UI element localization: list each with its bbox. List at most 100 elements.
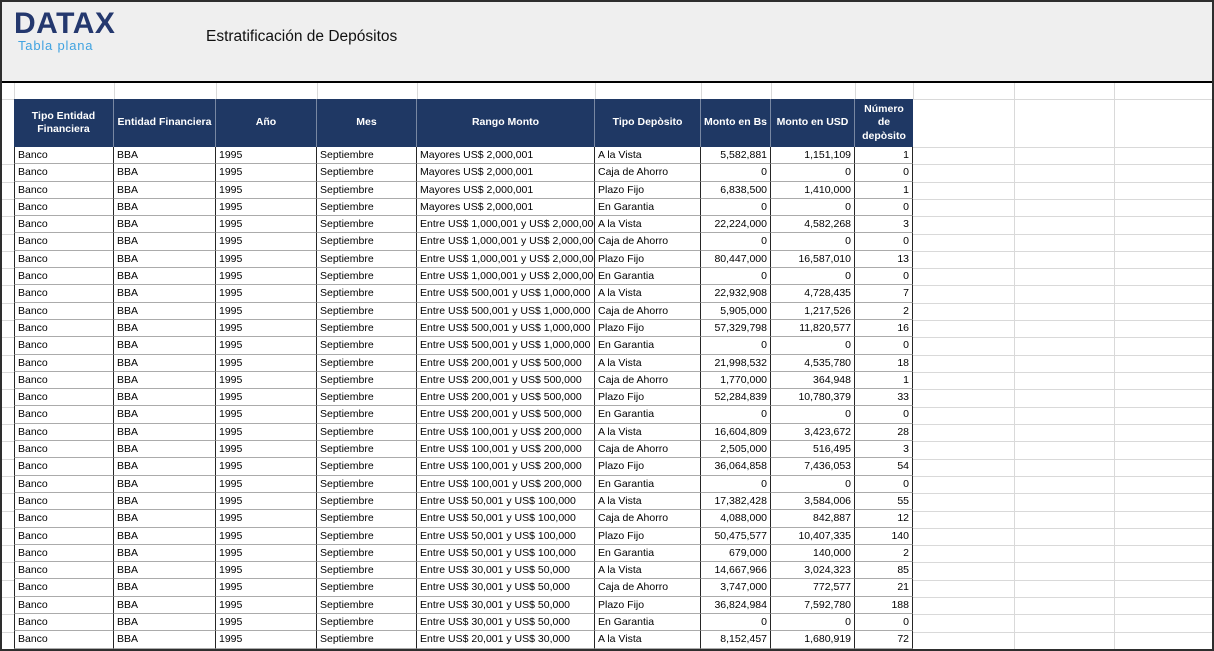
cell-monto-bs[interactable]: 21,998,532 xyxy=(701,355,771,372)
cell-entidad[interactable]: BBA xyxy=(114,476,216,493)
cell-rango-monto[interactable]: Entre US$ 100,001 y US$ 200,000 xyxy=(417,424,595,441)
cell-monto-usd[interactable]: 7,592,780 xyxy=(771,597,855,614)
column-header-rango-monto[interactable]: Rango Monto xyxy=(417,99,595,147)
column-header-ano[interactable]: Año xyxy=(216,99,317,147)
cell-monto-usd[interactable]: 0 xyxy=(771,164,855,181)
cell-ano[interactable]: 1995 xyxy=(216,476,317,493)
cell-ano[interactable]: 1995 xyxy=(216,424,317,441)
cell-monto-usd[interactable]: 140,000 xyxy=(771,545,855,562)
cell-ano[interactable]: 1995 xyxy=(216,597,317,614)
cell-mes[interactable]: Septiembre xyxy=(317,233,417,250)
cell-monto-usd[interactable]: 516,495 xyxy=(771,441,855,458)
cell-monto-bs[interactable]: 0 xyxy=(701,406,771,423)
cell-mes[interactable]: Septiembre xyxy=(317,251,417,268)
cell-monto-usd[interactable]: 0 xyxy=(771,233,855,250)
cell-tipo-deposito[interactable]: Plazo Fijo xyxy=(595,320,701,337)
cell-tipo-deposito[interactable]: En Garantia xyxy=(595,337,701,354)
cell-mes[interactable]: Septiembre xyxy=(317,147,417,164)
cell-monto-usd[interactable]: 0 xyxy=(771,406,855,423)
cell-rango-monto[interactable]: Entre US$ 20,001 y US$ 30,000 xyxy=(417,631,595,648)
cell-mes[interactable]: Septiembre xyxy=(317,285,417,302)
cell-ano[interactable]: 1995 xyxy=(216,320,317,337)
cell-rango-monto[interactable]: Entre US$ 100,001 y US$ 200,000 xyxy=(417,476,595,493)
cell-monto-usd[interactable]: 0 xyxy=(771,614,855,631)
cell-numero-deposito[interactable]: 18 xyxy=(855,355,913,372)
cell-tipo-deposito[interactable]: Caja de Ahorro xyxy=(595,372,701,389)
cell-tipo-entidad[interactable]: Banco xyxy=(14,337,114,354)
cell-ano[interactable]: 1995 xyxy=(216,545,317,562)
cell-entidad[interactable]: BBA xyxy=(114,406,216,423)
cell-mes[interactable]: Septiembre xyxy=(317,199,417,216)
cell-mes[interactable]: Septiembre xyxy=(317,164,417,181)
cell-rango-monto[interactable]: Entre US$ 100,001 y US$ 200,000 xyxy=(417,441,595,458)
cell-rango-monto[interactable]: Entre US$ 1,000,001 y US$ 2,000,000 xyxy=(417,216,595,233)
cell-numero-deposito[interactable]: 55 xyxy=(855,493,913,510)
cell-ano[interactable]: 1995 xyxy=(216,458,317,475)
cell-numero-deposito[interactable]: 140 xyxy=(855,528,913,545)
cell-tipo-deposito[interactable]: En Garantia xyxy=(595,268,701,285)
cell-mes[interactable]: Septiembre xyxy=(317,406,417,423)
cell-numero-deposito[interactable]: 0 xyxy=(855,406,913,423)
cell-tipo-deposito[interactable]: En Garantia xyxy=(595,406,701,423)
cell-rango-monto[interactable]: Entre US$ 50,001 y US$ 100,000 xyxy=(417,545,595,562)
cell-monto-bs[interactable]: 8,152,457 xyxy=(701,631,771,648)
cell-monto-usd[interactable]: 4,535,780 xyxy=(771,355,855,372)
cell-monto-usd[interactable]: 0 xyxy=(771,337,855,354)
cell-mes[interactable]: Septiembre xyxy=(317,476,417,493)
column-header-monto-usd[interactable]: Monto en USD xyxy=(771,99,855,147)
cell-monto-bs[interactable]: 3,747,000 xyxy=(701,579,771,596)
cell-entidad[interactable]: BBA xyxy=(114,147,216,164)
cell-tipo-entidad[interactable]: Banco xyxy=(14,424,114,441)
cell-monto-usd[interactable]: 1,410,000 xyxy=(771,182,855,199)
cell-rango-monto[interactable]: Entre US$ 30,001 y US$ 50,000 xyxy=(417,562,595,579)
cell-rango-monto[interactable]: Entre US$ 50,001 y US$ 100,000 xyxy=(417,493,595,510)
cell-monto-bs[interactable]: 0 xyxy=(701,476,771,493)
cell-tipo-deposito[interactable]: A la Vista xyxy=(595,147,701,164)
cell-monto-bs[interactable]: 80,447,000 xyxy=(701,251,771,268)
cell-ano[interactable]: 1995 xyxy=(216,406,317,423)
cell-numero-deposito[interactable]: 188 xyxy=(855,597,913,614)
cell-entidad[interactable]: BBA xyxy=(114,510,216,527)
cell-monto-bs[interactable]: 5,905,000 xyxy=(701,303,771,320)
cell-tipo-entidad[interactable]: Banco xyxy=(14,406,114,423)
cell-tipo-deposito[interactable]: Plazo Fijo xyxy=(595,389,701,406)
cell-monto-usd[interactable]: 772,577 xyxy=(771,579,855,596)
cell-monto-bs[interactable]: 22,224,000 xyxy=(701,216,771,233)
cell-tipo-entidad[interactable]: Banco xyxy=(14,372,114,389)
cell-tipo-entidad[interactable]: Banco xyxy=(14,216,114,233)
cell-mes[interactable]: Septiembre xyxy=(317,562,417,579)
cell-mes[interactable]: Septiembre xyxy=(317,493,417,510)
cell-tipo-entidad[interactable]: Banco xyxy=(14,493,114,510)
cell-monto-usd[interactable]: 1,217,526 xyxy=(771,303,855,320)
cell-mes[interactable]: Septiembre xyxy=(317,458,417,475)
cell-ano[interactable]: 1995 xyxy=(216,251,317,268)
column-header-monto-bs[interactable]: Monto en Bs xyxy=(701,99,771,147)
cell-tipo-deposito[interactable]: En Garantia xyxy=(595,199,701,216)
cell-entidad[interactable]: BBA xyxy=(114,562,216,579)
cell-tipo-deposito[interactable]: Caja de Ahorro xyxy=(595,164,701,181)
cell-tipo-deposito[interactable]: En Garantia xyxy=(595,476,701,493)
cell-tipo-deposito[interactable]: A la Vista xyxy=(595,355,701,372)
cell-tipo-entidad[interactable]: Banco xyxy=(14,251,114,268)
cell-monto-usd[interactable]: 842,887 xyxy=(771,510,855,527)
cell-ano[interactable]: 1995 xyxy=(216,562,317,579)
cell-entidad[interactable]: BBA xyxy=(114,631,216,648)
cell-monto-bs[interactable]: 2,505,000 xyxy=(701,441,771,458)
cell-numero-deposito[interactable]: 1 xyxy=(855,372,913,389)
cell-tipo-entidad[interactable]: Banco xyxy=(14,476,114,493)
cell-entidad[interactable]: BBA xyxy=(114,182,216,199)
cell-numero-deposito[interactable]: 0 xyxy=(855,268,913,285)
cell-tipo-deposito[interactable]: En Garantia xyxy=(595,614,701,631)
cell-rango-monto[interactable]: Entre US$ 200,001 y US$ 500,000 xyxy=(417,389,595,406)
cell-monto-bs[interactable]: 50,475,577 xyxy=(701,528,771,545)
cell-rango-monto[interactable]: Entre US$ 200,001 y US$ 500,000 xyxy=(417,355,595,372)
cell-entidad[interactable]: BBA xyxy=(114,372,216,389)
cell-tipo-deposito[interactable]: A la Vista xyxy=(595,562,701,579)
cell-monto-bs[interactable]: 16,604,809 xyxy=(701,424,771,441)
cell-monto-bs[interactable]: 6,838,500 xyxy=(701,182,771,199)
cell-entidad[interactable]: BBA xyxy=(114,579,216,596)
column-header-entidad[interactable]: Entidad Financiera xyxy=(114,99,216,147)
cell-monto-usd[interactable]: 0 xyxy=(771,268,855,285)
cell-mes[interactable]: Septiembre xyxy=(317,337,417,354)
cell-numero-deposito[interactable]: 0 xyxy=(855,164,913,181)
